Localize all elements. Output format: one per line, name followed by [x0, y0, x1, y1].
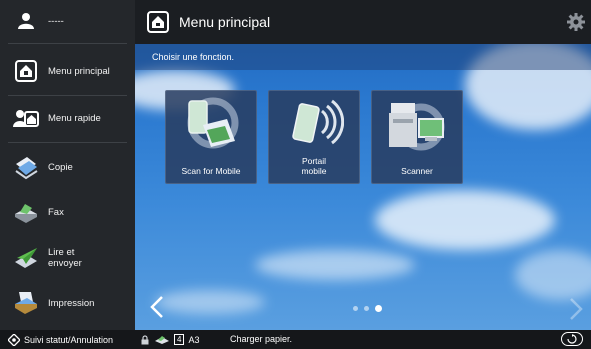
scan-for-mobile-icon: [187, 97, 239, 149]
tile-scanner[interactable]: Scanner: [371, 90, 463, 184]
sidebar-item-label: Copie: [48, 161, 73, 173]
sidebar-item-label: Fax: [48, 206, 64, 218]
paper-tray-icon: [155, 335, 169, 344]
cloud: [255, 250, 415, 280]
print-icon: [12, 290, 40, 316]
chevron-right-icon[interactable]: [569, 297, 583, 321]
tile-mobile-portal[interactable]: Portail mobile: [268, 90, 360, 184]
sidebar-item-label: Impression: [48, 297, 95, 309]
copy-icon: [12, 154, 40, 180]
user-account[interactable]: -----: [0, 6, 135, 36]
lock-icon: [141, 334, 149, 344]
sidebar-item-copy[interactable]: Copie: [0, 148, 135, 186]
status-monitor-icon: [8, 333, 20, 346]
sidebar-item-print[interactable]: Impression: [0, 284, 135, 322]
sidebar-item-quick-menu[interactable]: Menu rapide: [0, 99, 135, 137]
sidebar: ----- Menu principal Menu rapide Copie F…: [0, 0, 135, 330]
page-dot[interactable]: [353, 306, 358, 311]
divider: [8, 43, 127, 44]
main-area: Menu principal Choisir une fonction. Sca…: [135, 0, 591, 330]
status-bar: Suivi statut/Annulation 4 A3 Charger pap…: [0, 330, 591, 349]
sidebar-item-fax[interactable]: Fax: [0, 193, 135, 231]
cloud: [515, 250, 591, 300]
status-monitor-button[interactable]: Suivi statut/Annulation: [8, 330, 113, 349]
quick-menu-icon: [12, 105, 40, 131]
user-label: -----: [48, 15, 64, 27]
page-dot-active[interactable]: [375, 305, 382, 312]
sidebar-item-label: Menu rapide: [48, 112, 101, 124]
tile-scan-for-mobile[interactable]: Scan for Mobile: [165, 90, 257, 184]
home-icon[interactable]: [147, 11, 169, 33]
gear-icon[interactable]: [567, 13, 585, 31]
paper-size: A3: [188, 334, 200, 345]
sidebar-item-main-menu[interactable]: Menu principal: [0, 52, 135, 90]
divider: [8, 95, 127, 96]
instruction-text: Choisir une fonction.: [135, 44, 591, 70]
tile-label: Scanner: [401, 166, 433, 176]
tile-label: Scan for Mobile: [181, 166, 241, 176]
tile-label: Portail mobile: [301, 156, 327, 176]
page-indicator: [353, 305, 382, 312]
paper-tray: 4 A3: [140, 330, 199, 349]
page-dot[interactable]: [364, 306, 369, 311]
sidebar-item-scan-send[interactable]: Lire et envoyer: [0, 238, 135, 278]
scan-send-icon: [12, 245, 40, 271]
mobile-portal-icon: [292, 99, 344, 145]
home-icon: [12, 58, 40, 84]
status-monitor-label: Suivi statut/Annulation: [24, 334, 114, 345]
sidebar-item-label: Lire et envoyer: [48, 247, 82, 269]
cloud: [375, 190, 555, 250]
chevron-left-icon[interactable]: [150, 295, 164, 319]
page-title: Menu principal: [179, 14, 271, 30]
sync-icon: [567, 334, 577, 344]
scanner-icon: [389, 103, 445, 151]
sidebar-item-label: Menu principal: [48, 65, 110, 77]
header: Menu principal: [135, 0, 591, 44]
divider: [8, 142, 127, 143]
tray-number: 4: [174, 334, 185, 345]
cloud: [155, 290, 265, 314]
fax-icon: [12, 199, 40, 225]
user-icon: [12, 8, 40, 34]
status-message: Charger papier.: [230, 334, 293, 344]
status-action-button[interactable]: [561, 332, 583, 346]
